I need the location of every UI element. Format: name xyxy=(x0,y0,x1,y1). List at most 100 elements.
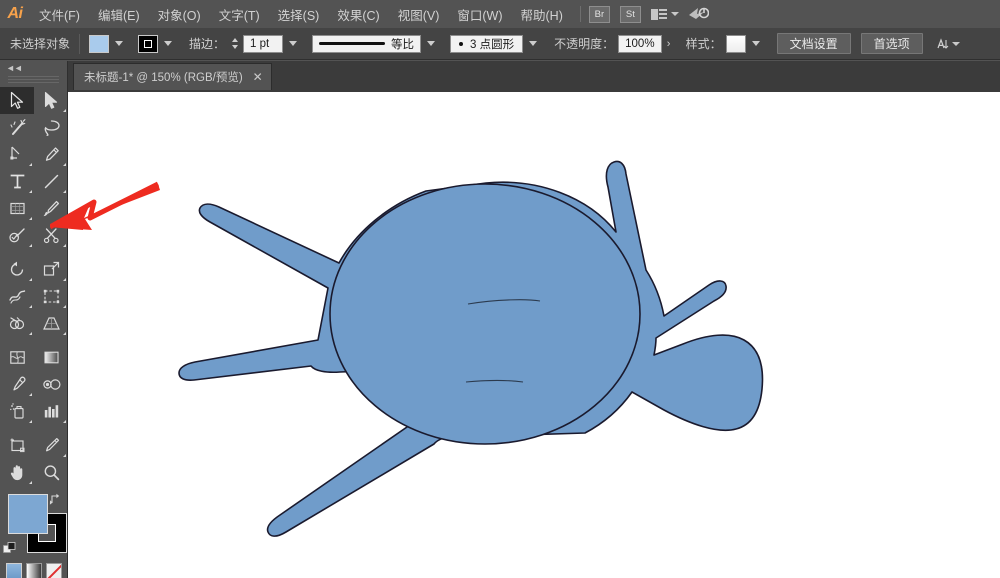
lasso-tool[interactable] xyxy=(34,114,68,141)
width-tool[interactable] xyxy=(0,283,34,310)
fill-dropdown-icon[interactable] xyxy=(112,35,126,53)
style-dropdown-icon[interactable] xyxy=(749,35,763,53)
menu-view[interactable]: 视图(V) xyxy=(389,0,449,28)
color-mode-button[interactable] xyxy=(5,563,22,578)
slice-tool[interactable] xyxy=(34,432,68,459)
stroke-profile-label: 等比 xyxy=(391,38,415,51)
none-mode-button[interactable] xyxy=(45,563,62,578)
selection-tool[interactable] xyxy=(0,87,34,114)
cloud-sync-icon[interactable] xyxy=(687,5,710,24)
blend-tool[interactable] xyxy=(34,371,68,398)
vector-artwork[interactable] xyxy=(68,92,1000,578)
tool-flyout-indicator xyxy=(63,454,66,457)
menu-effect[interactable]: 效果(C) xyxy=(328,0,388,28)
hand-tool[interactable] xyxy=(0,459,34,486)
tool-group-divider xyxy=(0,249,34,256)
document-tab-title: 未标题-1* @ 150% (RGB/预览) xyxy=(84,72,243,84)
menu-help[interactable]: 帮助(H) xyxy=(512,0,572,28)
zoom-tool[interactable] xyxy=(34,459,68,486)
menu-object[interactable]: 对象(O) xyxy=(149,0,210,28)
stroke-profile-dropdown-icon[interactable] xyxy=(424,35,438,53)
tool-group-divider xyxy=(34,337,68,344)
stroke-weight-dropdown-icon[interactable] xyxy=(286,35,300,53)
symbol-sprayer-tool[interactable] xyxy=(0,398,34,425)
opacity-label: 不透明度： xyxy=(554,37,615,51)
brush-preview-icon xyxy=(459,41,464,46)
close-icon[interactable]: ✕ xyxy=(253,71,263,83)
canvas-artboard[interactable] xyxy=(68,92,1000,578)
workspace-switcher-icon[interactable] xyxy=(650,8,680,20)
swap-fill-stroke-icon[interactable] xyxy=(49,492,62,505)
control-divider xyxy=(79,33,81,54)
menu-edit[interactable]: 编辑(E) xyxy=(89,0,149,28)
stroke-profile-preview-icon xyxy=(319,42,386,45)
fill-stroke-controls xyxy=(0,492,68,558)
eyedropper-tool[interactable] xyxy=(0,371,34,398)
fill-color-swatch[interactable] xyxy=(89,34,110,53)
free-transform-tool[interactable] xyxy=(34,283,68,310)
preferences-button[interactable]: 首选项 xyxy=(860,33,923,54)
gradient-tool[interactable] xyxy=(34,344,68,371)
toolbar-drag-grip[interactable] xyxy=(8,76,59,85)
menu-file[interactable]: 文件(F) xyxy=(30,0,89,28)
document-setup-button[interactable]: 文档设置 xyxy=(776,33,851,54)
tool-flyout-indicator xyxy=(63,217,66,220)
tool-flyout-indicator xyxy=(29,244,32,247)
tool-group-divider xyxy=(0,425,34,432)
stroke-dropdown-icon[interactable] xyxy=(161,35,175,53)
tool-flyout-indicator xyxy=(29,278,32,281)
scissors-tool[interactable] xyxy=(34,222,68,249)
brush-definition-select[interactable]: 3 点圆形 xyxy=(450,34,524,53)
gradient-mode-button[interactable] xyxy=(25,563,42,578)
rectangle-tool[interactable] xyxy=(0,195,34,222)
graphic-style-swatch[interactable] xyxy=(725,34,746,53)
menu-window[interactable]: 窗口(W) xyxy=(448,0,511,28)
menu-select[interactable]: 选择(S) xyxy=(269,0,329,28)
opacity-input[interactable]: 100% xyxy=(618,34,662,53)
tool-flyout-indicator xyxy=(63,332,66,335)
brush-label: 3 点圆形 xyxy=(470,38,515,51)
tool-flyout-indicator xyxy=(63,305,66,308)
tool-flyout-indicator xyxy=(29,481,32,484)
tool-flyout-indicator xyxy=(29,332,32,335)
align-text-icon[interactable] xyxy=(935,37,960,51)
tool-flyout-indicator xyxy=(29,163,32,166)
default-fill-stroke-icon[interactable] xyxy=(3,542,17,556)
pen-tool[interactable] xyxy=(0,141,34,168)
toolbar-collapse-button[interactable]: ◄◄ xyxy=(0,61,67,75)
shape-builder-tool[interactable] xyxy=(0,310,34,337)
align-dropdown-icon[interactable] xyxy=(951,41,960,46)
paintbrush-tool[interactable] xyxy=(34,195,68,222)
stroke-weight-stepper[interactable] xyxy=(229,35,240,53)
opacity-expand-icon[interactable]: › xyxy=(662,35,676,53)
scale-tool[interactable] xyxy=(34,256,68,283)
magic-wand-tool[interactable] xyxy=(0,114,34,141)
stroke-profile-select[interactable]: 等比 xyxy=(312,34,422,53)
document-tab-bar: 未标题-1* @ 150% (RGB/预览) ✕ xyxy=(68,61,1000,92)
curvature-tool[interactable] xyxy=(34,141,68,168)
stroke-color-swatch[interactable] xyxy=(138,34,159,53)
fill-color-box[interactable] xyxy=(8,494,48,534)
direct-selection-tool[interactable] xyxy=(34,87,68,114)
bridge-button[interactable]: Br xyxy=(588,5,610,23)
rotate-tool[interactable] xyxy=(0,256,34,283)
perspective-grid-tool[interactable] xyxy=(34,310,68,337)
tool-flyout-indicator xyxy=(63,244,66,247)
stroke-weight-input[interactable]: 1 pt xyxy=(243,34,284,53)
shaper-tool[interactable] xyxy=(0,222,34,249)
selection-status-label: 未选择对象 xyxy=(10,37,71,51)
type-tool[interactable] xyxy=(0,168,34,195)
chevron-down-icon xyxy=(671,12,680,16)
column-graph-tool[interactable] xyxy=(34,398,68,425)
tool-flyout-indicator xyxy=(63,163,66,166)
document-tab[interactable]: 未标题-1* @ 150% (RGB/预览) ✕ xyxy=(73,63,272,90)
line-segment-tool[interactable] xyxy=(34,168,68,195)
stock-button[interactable]: St xyxy=(619,5,641,23)
brush-dropdown-icon[interactable] xyxy=(526,35,540,53)
tool-flyout-indicator xyxy=(29,393,32,396)
menu-type[interactable]: 文字(T) xyxy=(210,0,269,28)
style-label: 样式： xyxy=(685,37,722,51)
mesh-tool[interactable] xyxy=(0,344,34,371)
artboard-tool[interactable] xyxy=(0,432,34,459)
app-logo-icon: Ai xyxy=(7,5,24,22)
